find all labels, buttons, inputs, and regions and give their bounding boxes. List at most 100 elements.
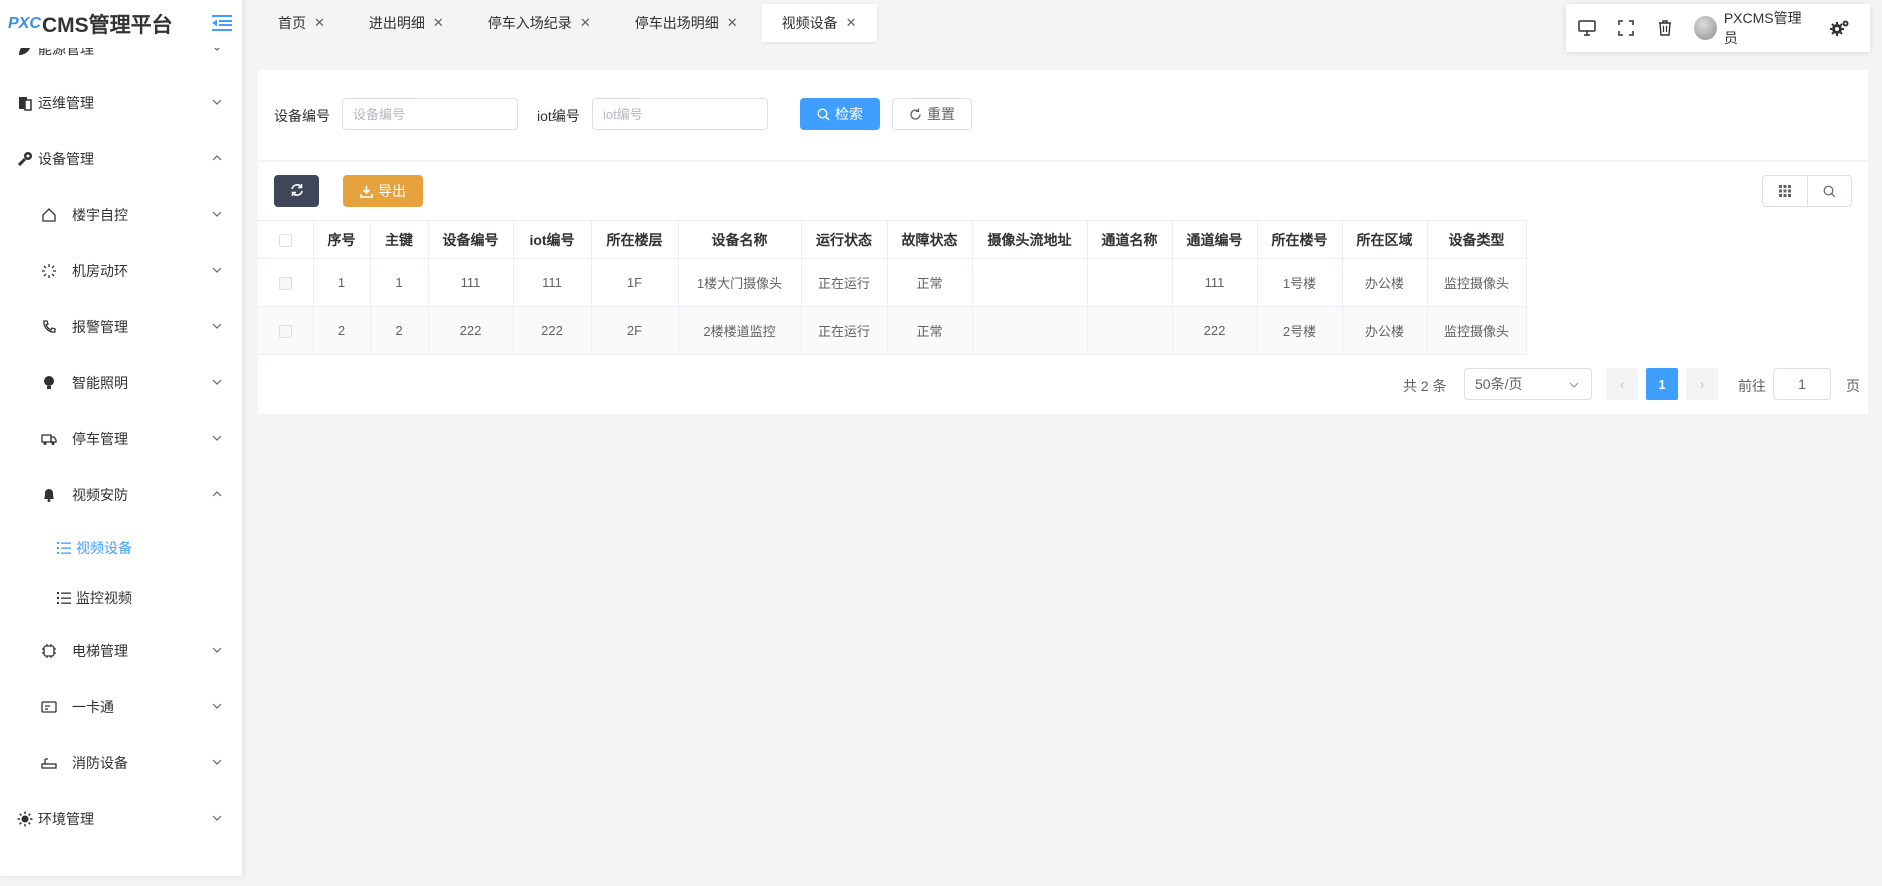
page-size-select[interactable]: 50条/页 [1464, 368, 1592, 400]
column-header[interactable]: 所在楼层 [591, 220, 679, 259]
column-header[interactable]: 运行状态 [801, 220, 888, 259]
close-icon[interactable]: ✕ [580, 15, 591, 31]
column-header[interactable]: iot编号 [513, 220, 592, 259]
close-icon[interactable]: ✕ [433, 15, 444, 31]
search-icon[interactable] [1806, 176, 1852, 206]
page-suffix: 页 [1846, 378, 1860, 394]
sidebar-item-fire[interactable]: 消防设备 [0, 735, 242, 791]
export-button[interactable]: 导出 [343, 175, 423, 207]
search-icon [817, 107, 830, 121]
sidebar-item-environment[interactable]: 环境管理 [0, 791, 242, 847]
table-cell: 222 [513, 306, 592, 355]
tab-bar: 首页 ✕ 进出明细 ✕ 停车入场纪录 ✕ 停车出场明细 ✕ 视频设备 ✕ [258, 4, 881, 42]
chevron-left-icon: ‹ [1619, 376, 1625, 392]
sidebar-item-video-security[interactable]: 视频安防 [0, 467, 242, 523]
sidebar-item-ops[interactable]: 运维管理 [0, 75, 242, 131]
table-cell: 办公楼 [1342, 258, 1428, 307]
column-header[interactable]: 所在楼号 [1257, 220, 1343, 259]
close-icon[interactable]: ✕ [314, 15, 325, 31]
bulb-icon [40, 374, 58, 392]
wrench-icon [16, 150, 34, 168]
next-page-button[interactable]: › [1686, 368, 1718, 400]
goto-page-input[interactable] [1773, 368, 1831, 400]
chevron-down-icon [212, 99, 222, 105]
table-cell: 监控摄像头 [1427, 306, 1527, 355]
row-checkbox[interactable] [278, 277, 292, 291]
column-header[interactable]: 通道编号 [1172, 220, 1258, 259]
chevron-down-icon [212, 647, 222, 653]
sidebar-item-parking[interactable]: 停车管理 [0, 411, 242, 467]
reset-button-label: 重置 [927, 106, 955, 122]
trash-icon[interactable] [1656, 18, 1675, 38]
search-button-label: 检索 [835, 106, 863, 122]
sidebar-item-surveillance-video[interactable]: 监控视频 [0, 570, 242, 626]
table-cell: 1 [313, 258, 371, 307]
page-size-value: 50条/页 [1475, 376, 1523, 392]
grid-view-icon[interactable] [1763, 176, 1807, 206]
table-row[interactable]: 2 2 222 222 2F 2楼楼道监控 正在运行 正常 222 2号楼 办公… [258, 306, 1527, 355]
tab-label: 进出明细 [368, 15, 425, 31]
column-header[interactable]: 设备编号 [428, 220, 514, 259]
tab-entry-exit[interactable]: 进出明细 ✕ [349, 4, 464, 42]
column-header[interactable]: 故障状态 [887, 220, 973, 259]
sidebar-item-device[interactable]: 设备管理 [0, 131, 242, 187]
column-header[interactable]: 设备名称 [678, 220, 802, 259]
column-header[interactable]: 通道名称 [1087, 220, 1173, 259]
chip-icon [40, 642, 58, 660]
close-icon[interactable]: ✕ [846, 15, 857, 31]
clipboard-icon [16, 94, 34, 112]
select-all-cell [258, 220, 314, 259]
column-header[interactable]: 摄像头流地址 [972, 220, 1088, 259]
fullscreen-icon[interactable] [1617, 18, 1636, 38]
brand-title: CMS管理平台 [42, 14, 173, 37]
sidebar-item-building[interactable]: 楼宇自控 [0, 187, 242, 243]
select-all-checkbox[interactable] [278, 234, 292, 248]
column-header[interactable]: 主键 [370, 220, 429, 259]
column-header[interactable]: 设备类型 [1427, 220, 1527, 259]
device-no-input[interactable] [342, 98, 518, 130]
chevron-down-icon [212, 815, 222, 821]
iot-no-input[interactable] [592, 98, 768, 130]
tab-home[interactable]: 首页 ✕ [258, 4, 345, 42]
row-checkbox[interactable] [278, 325, 292, 339]
sidebar-item-alarm[interactable]: 报警管理 [0, 299, 242, 355]
goto-label: 前往 [1738, 378, 1766, 394]
sidebar-item-lighting[interactable]: 智能照明 [0, 355, 242, 411]
close-icon[interactable]: ✕ [727, 15, 738, 31]
column-header[interactable]: 序号 [313, 220, 371, 259]
avatar[interactable] [1694, 16, 1717, 40]
tab-label: 视频设备 [781, 15, 838, 31]
reset-button[interactable]: 重置 [892, 98, 972, 130]
sidebar-item-video-device[interactable]: 视频设备 [0, 520, 242, 576]
tab-parking-entry[interactable]: 停车入场纪录 ✕ [468, 4, 611, 42]
monitor-icon[interactable] [1578, 18, 1597, 38]
refresh-button[interactable] [274, 175, 319, 207]
table-cell: 办公楼 [1342, 306, 1428, 355]
tab-label: 首页 [278, 15, 306, 31]
spinner-icon [40, 262, 58, 280]
sidebar-item-label: 楼宇自控 [72, 207, 128, 223]
tab-parking-exit[interactable]: 停车出场明细 ✕ [615, 4, 758, 42]
username[interactable]: PXCMS管理员 [1724, 8, 1810, 48]
table-cell: 1 [370, 258, 429, 307]
sidebar-item-card[interactable]: 一卡通 [0, 679, 242, 735]
table-row[interactable]: 1 1 111 111 1F 1楼大门摄像头 正在运行 正常 111 1号楼 办… [258, 258, 1527, 307]
search-form: 设备编号 iot编号 检索 重置 [258, 70, 1868, 160]
menu-collapse-icon[interactable] [212, 14, 232, 32]
table-cell: 111 [513, 258, 592, 307]
iot-no-label: iot编号 [537, 108, 580, 124]
table-cell: 监控摄像头 [1427, 258, 1527, 307]
page-number-1[interactable]: 1 [1646, 368, 1678, 400]
phone-icon [40, 318, 58, 336]
tab-video-device[interactable]: 视频设备 ✕ [761, 4, 877, 42]
sidebar-item-label: 一卡通 [72, 699, 114, 715]
sidebar-item-machine-room[interactable]: 机房动环 [0, 243, 242, 299]
settings-icon[interactable] [1829, 18, 1850, 38]
download-icon [360, 185, 373, 198]
column-header[interactable]: 所在区域 [1342, 220, 1428, 259]
search-button[interactable]: 检索 [800, 98, 880, 130]
sidebar-item-elevator[interactable]: 电梯管理 [0, 623, 242, 679]
export-button-label: 导出 [378, 183, 406, 199]
table-cell: 222 [428, 306, 514, 355]
prev-page-button[interactable]: ‹ [1606, 368, 1638, 400]
